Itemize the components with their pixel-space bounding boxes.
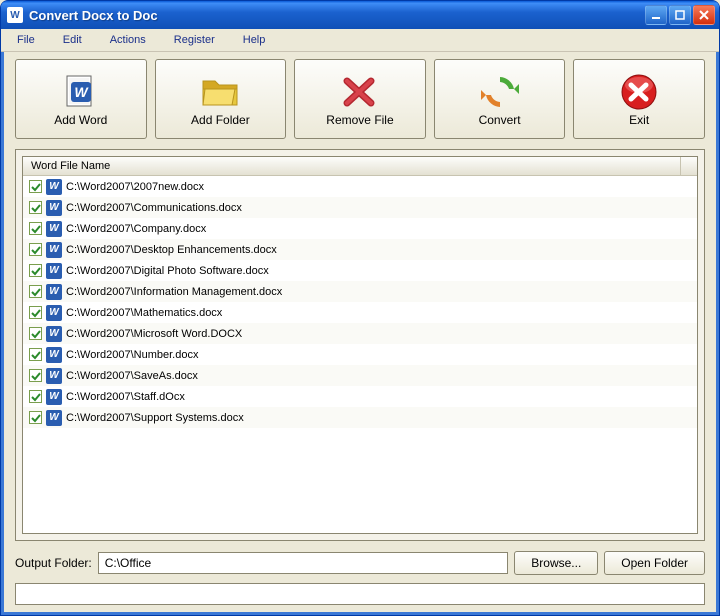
exit-icon — [618, 71, 660, 113]
word-file-icon: W — [46, 263, 62, 279]
word-file-icon: W — [46, 179, 62, 195]
word-file-icon: W — [46, 410, 62, 426]
toolbar: W Add Word Add Folder Remov — [1, 52, 719, 145]
table-row[interactable]: W C:\Word2007\Number.docx — [23, 344, 697, 365]
output-label: Output Folder: — [15, 556, 92, 570]
table-row[interactable]: W C:\Word2007\2007new.docx — [23, 176, 697, 197]
file-path: C:\Word2007\Staff.dOcx — [66, 391, 185, 403]
app-icon: W — [7, 7, 23, 23]
word-file-icon: W — [46, 242, 62, 258]
word-file-icon: W — [46, 305, 62, 321]
row-checkbox[interactable] — [29, 306, 42, 319]
file-path: C:\Word2007\Microsoft Word.DOCX — [66, 328, 242, 340]
row-checkbox[interactable] — [29, 369, 42, 382]
row-checkbox[interactable] — [29, 390, 42, 403]
word-file-icon: W — [46, 200, 62, 216]
word-file-icon: W — [46, 284, 62, 300]
progress-bar — [15, 583, 705, 605]
menu-help[interactable]: Help — [229, 31, 280, 49]
row-checkbox[interactable] — [29, 285, 42, 298]
list-header[interactable]: Word File Name — [23, 157, 697, 176]
column-header-spacer — [681, 157, 697, 175]
add-folder-button[interactable]: Add Folder — [155, 59, 287, 139]
table-row[interactable]: W C:\Word2007\Staff.dOcx — [23, 386, 697, 407]
folder-icon — [199, 71, 241, 113]
file-path: C:\Word2007\Number.docx — [66, 349, 198, 361]
table-row[interactable]: W C:\Word2007\Mathematics.docx — [23, 302, 697, 323]
menubar: File Edit Actions Register Help — [1, 29, 719, 52]
exit-label: Exit — [629, 113, 649, 127]
file-path: C:\Word2007\SaveAs.docx — [66, 370, 198, 382]
add-folder-label: Add Folder — [191, 113, 250, 127]
menu-edit[interactable]: Edit — [49, 31, 96, 49]
word-file-icon: W — [46, 368, 62, 384]
open-folder-button[interactable]: Open Folder — [604, 551, 705, 575]
output-row: Output Folder: Browse... Open Folder — [1, 547, 719, 581]
exit-button[interactable]: Exit — [573, 59, 705, 139]
column-header-filename[interactable]: Word File Name — [23, 157, 681, 175]
svg-text:W: W — [74, 84, 89, 100]
close-button[interactable] — [693, 5, 715, 25]
file-path: C:\Word2007\Company.docx — [66, 223, 206, 235]
add-word-label: Add Word — [54, 113, 107, 127]
add-word-icon: W — [61, 71, 101, 113]
browse-button[interactable]: Browse... — [514, 551, 598, 575]
convert-icon — [479, 71, 521, 113]
row-checkbox[interactable] — [29, 222, 42, 235]
convert-label: Convert — [479, 113, 521, 127]
titlebar[interactable]: W Convert Docx to Doc — [1, 1, 719, 29]
app-window: W Convert Docx to Doc File Edit Actions … — [0, 0, 720, 616]
window-title: Convert Docx to Doc — [29, 8, 645, 23]
table-row[interactable]: W C:\Word2007\Company.docx — [23, 218, 697, 239]
row-checkbox[interactable] — [29, 348, 42, 361]
output-folder-input[interactable] — [98, 552, 509, 574]
word-file-icon: W — [46, 389, 62, 405]
table-row[interactable]: W C:\Word2007\Desktop Enhancements.docx — [23, 239, 697, 260]
menu-actions[interactable]: Actions — [96, 31, 160, 49]
word-file-icon: W — [46, 347, 62, 363]
maximize-button[interactable] — [669, 5, 691, 25]
table-row[interactable]: W C:\Word2007\Support Systems.docx — [23, 407, 697, 428]
table-row[interactable]: W C:\Word2007\Information Management.docx — [23, 281, 697, 302]
word-file-icon: W — [46, 326, 62, 342]
row-checkbox[interactable] — [29, 201, 42, 214]
remove-file-button[interactable]: Remove File — [294, 59, 426, 139]
row-checkbox[interactable] — [29, 411, 42, 424]
file-path: C:\Word2007\Digital Photo Software.docx — [66, 265, 269, 277]
menu-file[interactable]: File — [3, 31, 49, 49]
row-checkbox[interactable] — [29, 243, 42, 256]
file-path: C:\Word2007\Support Systems.docx — [66, 412, 244, 424]
add-word-button[interactable]: W Add Word — [15, 59, 147, 139]
file-path: C:\Word2007\Information Management.docx — [66, 286, 282, 298]
file-list-frame: Word File Name W C:\Word2007\2007new.docx… — [15, 149, 705, 541]
row-checkbox[interactable] — [29, 264, 42, 277]
file-path: C:\Word2007\Desktop Enhancements.docx — [66, 244, 277, 256]
convert-button[interactable]: Convert — [434, 59, 566, 139]
remove-file-label: Remove File — [326, 113, 393, 127]
table-row[interactable]: W C:\Word2007\Communications.docx — [23, 197, 697, 218]
file-path: C:\Word2007\2007new.docx — [66, 181, 204, 193]
file-listview[interactable]: Word File Name W C:\Word2007\2007new.docx… — [22, 156, 698, 534]
row-checkbox[interactable] — [29, 180, 42, 193]
window-buttons — [645, 5, 715, 25]
list-body[interactable]: W C:\Word2007\2007new.docx W C:\Word2007\Co… — [23, 176, 697, 533]
table-row[interactable]: W C:\Word2007\Digital Photo Software.docx — [23, 260, 697, 281]
minimize-button[interactable] — [645, 5, 667, 25]
word-file-icon: W — [46, 221, 62, 237]
menu-register[interactable]: Register — [160, 31, 229, 49]
file-path: C:\Word2007\Communications.docx — [66, 202, 242, 214]
table-row[interactable]: W C:\Word2007\SaveAs.docx — [23, 365, 697, 386]
row-checkbox[interactable] — [29, 327, 42, 340]
table-row[interactable]: W C:\Word2007\Microsoft Word.DOCX — [23, 323, 697, 344]
remove-icon — [341, 71, 379, 113]
file-path: C:\Word2007\Mathematics.docx — [66, 307, 222, 319]
